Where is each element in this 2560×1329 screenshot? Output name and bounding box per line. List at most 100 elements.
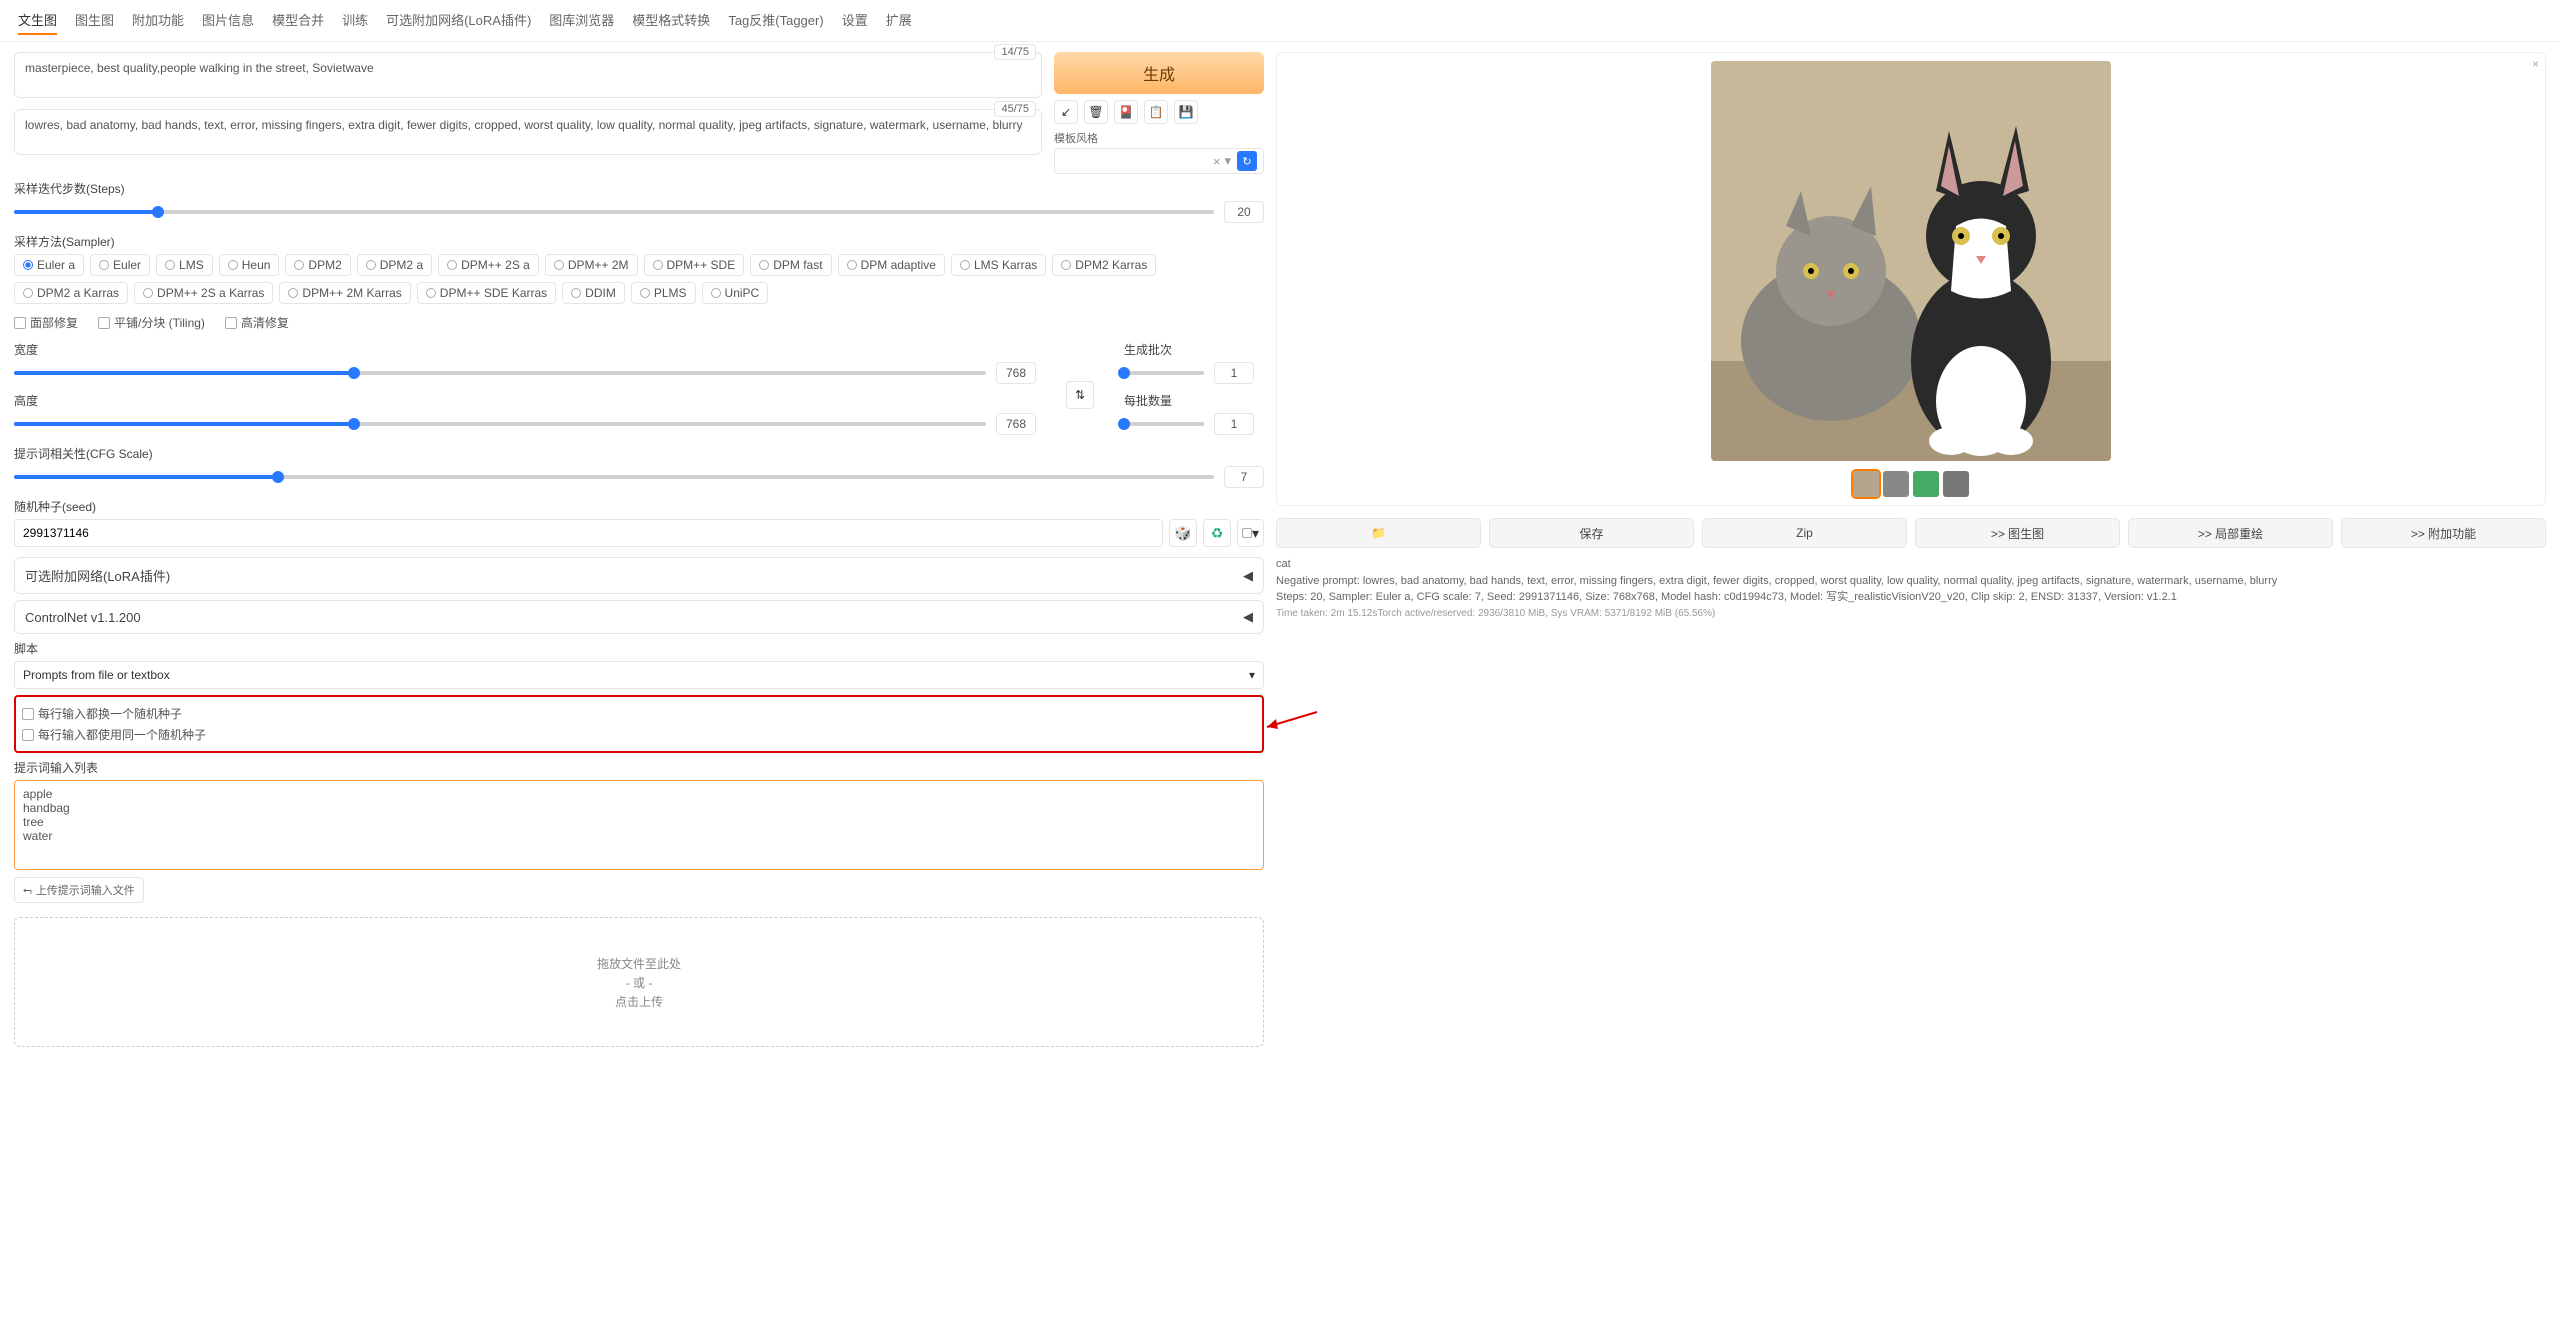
neg-prompt-input[interactable]: lowres, bad anatomy, bad hands, text, er… [14, 109, 1042, 155]
sampler-dpm2-karras[interactable]: DPM2 Karras [1052, 254, 1156, 276]
sampler-dpm-fast[interactable]: DPM fast [750, 254, 831, 276]
sampler-dpm2-a-karras[interactable]: DPM2 a Karras [14, 282, 128, 304]
close-icon[interactable]: × [2532, 57, 2539, 71]
sampler-unipc[interactable]: UniPC [702, 282, 769, 304]
face-restore-check[interactable]: 面部修复 [14, 314, 78, 331]
width-label: 宽度 [14, 341, 1036, 358]
batch-count-label: 生成批次 [1124, 341, 1264, 358]
upload-prompts-button[interactable]: ⮢ 上传提示词输入文件 [14, 877, 144, 903]
tab-8[interactable]: 模型格式转换 [632, 6, 710, 35]
sampler-euler-a[interactable]: Euler a [14, 254, 84, 276]
tab-4[interactable]: 模型合并 [272, 6, 324, 35]
tab-5[interactable]: 训练 [342, 6, 368, 35]
generation-info: cat Negative prompt: lowres, bad anatomy… [1276, 556, 2546, 621]
batch-size-slider[interactable] [1124, 422, 1204, 426]
sampler-dpm2-a[interactable]: DPM2 a [357, 254, 432, 276]
tab-9[interactable]: Tag反推(Tagger) [728, 6, 823, 35]
generate-button[interactable]: 生成 [1054, 52, 1264, 94]
tab-2[interactable]: 附加功能 [132, 6, 184, 35]
prompt-list-input[interactable]: apple handbag tree water [14, 780, 1264, 870]
controlnet-accordion[interactable]: ControlNet v1.1.200◀ [14, 600, 1264, 634]
cfg-value[interactable] [1224, 466, 1264, 488]
send-inpaint-button[interactable]: >> 局部重绘 [2128, 518, 2333, 548]
sampler-dpm-2m[interactable]: DPM++ 2M [545, 254, 638, 276]
sampler-label: 采样方法(Sampler) [14, 233, 1264, 250]
batch-size-value[interactable] [1214, 413, 1254, 435]
output-image[interactable] [1711, 61, 2111, 461]
thumb-2[interactable] [1883, 471, 1909, 497]
send-extras-button[interactable]: >> 附加功能 [2341, 518, 2546, 548]
sampler-dpm-adaptive[interactable]: DPM adaptive [838, 254, 945, 276]
toolbar-icons: ↙ 🗑 🎴 📋 💾 [1054, 100, 1264, 124]
style-select[interactable]: ×▾ ↻ [1054, 148, 1264, 174]
sampler-dpm-2s-a-karras[interactable]: DPM++ 2S a Karras [134, 282, 273, 304]
width-value[interactable] [996, 362, 1036, 384]
save-button[interactable]: 保存 [1489, 518, 1694, 548]
style-label: 模板风格 [1054, 130, 1264, 146]
tab-7[interactable]: 图库浏览器 [549, 6, 614, 35]
sampler-plms[interactable]: PLMS [631, 282, 696, 304]
same-seed-check[interactable]: 每行输入都使用同一个随机种子 [22, 726, 1256, 743]
sampler-dpm-2m-karras[interactable]: DPM++ 2M Karras [279, 282, 410, 304]
send-img2img-button[interactable]: >> 图生图 [1915, 518, 2120, 548]
sampler-dpm-sde[interactable]: DPM++ SDE [644, 254, 745, 276]
batch-count-value[interactable] [1214, 362, 1254, 384]
cfg-label: 提示词相关性(CFG Scale) [14, 445, 1264, 462]
tab-1[interactable]: 图生图 [75, 6, 114, 35]
lora-accordion[interactable]: 可选附加网络(LoRA插件)◀ [14, 557, 1264, 594]
zip-button[interactable]: Zip [1702, 518, 1907, 548]
thumb-3[interactable] [1913, 471, 1939, 497]
sampler-dpm2[interactable]: DPM2 [285, 254, 350, 276]
hires-check[interactable]: 高清修复 [225, 314, 289, 331]
steps-label: 采样迭代步数(Steps) [14, 180, 1264, 197]
steps-value[interactable] [1224, 201, 1264, 223]
sampler-lms-karras[interactable]: LMS Karras [951, 254, 1046, 276]
neg-prompt-counter: 45/75 [994, 101, 1036, 117]
card-icon[interactable]: 🎴 [1114, 100, 1138, 124]
sampler-lms[interactable]: LMS [156, 254, 213, 276]
script-select[interactable]: Prompts from file or textbox▾ [14, 661, 1264, 689]
open-folder-button[interactable]: 📁 [1276, 518, 1481, 548]
tab-11[interactable]: 扩展 [886, 6, 912, 35]
swap-dims-button[interactable]: ⇅ [1066, 381, 1094, 409]
tab-10[interactable]: 设置 [842, 6, 868, 35]
file-drop-zone[interactable]: 拖放文件至此处 - 或 - 点击上传 [14, 917, 1264, 1047]
tab-0[interactable]: 文生图 [18, 6, 57, 35]
batch-count-slider[interactable] [1124, 371, 1204, 375]
sampler-radios: Euler a Euler LMS HeunDPM2 DPM2 a DPM++ 2S a D… [14, 254, 1264, 304]
dice-icon[interactable]: 🎲 [1169, 519, 1197, 547]
sampler-dpm-sde-karras[interactable]: DPM++ SDE Karras [417, 282, 556, 304]
recycle-icon[interactable]: ♻ [1203, 519, 1231, 547]
width-slider[interactable] [14, 371, 986, 375]
steps-slider[interactable] [14, 210, 1214, 214]
thumb-4[interactable] [1943, 471, 1969, 497]
top-tabs: 文生图图生图附加功能图片信息模型合并训练可选附加网络(LoRA插件) 图库浏览器模… [0, 0, 2560, 42]
sampler-euler[interactable]: Euler [90, 254, 150, 276]
tab-6[interactable]: 可选附加网络(LoRA插件) [386, 6, 531, 35]
height-label: 高度 [14, 392, 1036, 409]
thumb-1[interactable] [1853, 471, 1879, 497]
arrow-icon[interactable]: ↙ [1054, 100, 1078, 124]
prompt-input[interactable]: masterpiece, best quality,people walking… [14, 52, 1042, 98]
cfg-slider[interactable] [14, 475, 1214, 479]
save-icon[interactable]: 💾 [1174, 100, 1198, 124]
apply-style-icon[interactable]: ↻ [1237, 151, 1257, 171]
chevron-left-icon: ◀ [1243, 568, 1253, 584]
tiling-check[interactable]: 平铺/分块 (Tiling) [98, 314, 205, 331]
clear-style-icon[interactable]: × [1213, 154, 1221, 169]
tab-3[interactable]: 图片信息 [202, 6, 254, 35]
sampler-heun[interactable]: Heun [219, 254, 280, 276]
clipboard-icon[interactable]: 📋 [1144, 100, 1168, 124]
seed-extra-toggle[interactable]: ▾ [1237, 519, 1264, 547]
sampler-dpm-2s-a[interactable]: DPM++ 2S a [438, 254, 539, 276]
trash-icon[interactable]: 🗑 [1084, 100, 1108, 124]
highlighted-options: 每行输入都换一个随机种子 每行输入都使用同一个随机种子 [14, 695, 1264, 753]
prompt-list-label: 提示词输入列表 [14, 759, 1264, 776]
sampler-ddim[interactable]: DDIM [562, 282, 625, 304]
height-slider[interactable] [14, 422, 986, 426]
iterate-seed-check[interactable]: 每行输入都换一个随机种子 [22, 705, 1256, 722]
batch-size-label: 每批数量 [1124, 392, 1264, 409]
seed-input[interactable] [14, 519, 1163, 547]
prompt-counter: 14/75 [994, 44, 1036, 60]
height-value[interactable] [996, 413, 1036, 435]
